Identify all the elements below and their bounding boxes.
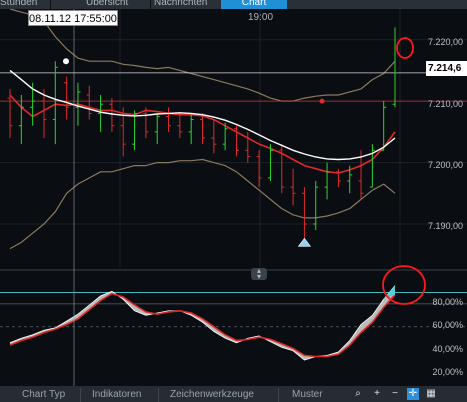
- tab-chart[interactable]: Chart: [221, 0, 287, 9]
- panel-resize-handle[interactable]: ▴ ▾: [251, 267, 267, 281]
- tab-stunden-label: Stunden: [0, 0, 38, 8]
- chart-type-menu[interactable]: Chart Typ: [22, 389, 65, 400]
- current-price-label: 7.214,6: [426, 61, 467, 76]
- crosshair-icon[interactable]: ✛: [407, 388, 419, 400]
- indicators-menu[interactable]: Indikatoren: [92, 389, 141, 400]
- tab-uebersicht[interactable]: Übersicht: [86, 0, 144, 9]
- annotation-circle-price: [396, 37, 414, 59]
- top-tab-bar: Stunden Übersicht Nachrichten Chart: [0, 0, 467, 9]
- tab-chart-label: Chart: [241, 0, 267, 8]
- price-tick-label: 7.190,00: [427, 221, 463, 231]
- crosshair-date-label: 08.11.12 17:55:00: [28, 10, 118, 26]
- price-tick-label: 7.200,00: [427, 160, 463, 170]
- annotation-circles: [382, 37, 426, 305]
- tab-stunden[interactable]: Stunden: [0, 0, 48, 9]
- high-marker: [63, 58, 69, 65]
- oscillator-slow-line: [9, 292, 396, 358]
- price-horizontal-lines: [0, 72, 467, 104]
- toolbar-divider: [278, 388, 279, 402]
- oscillator-tick-label: 60,00%: [432, 320, 463, 330]
- stochastic-oscillator: [9, 285, 396, 361]
- price-tick-label: 7.220,00: [427, 37, 463, 47]
- grid-icon[interactable]: ▦: [425, 388, 437, 400]
- tab-divider: [150, 0, 151, 9]
- toolbar-divider: [80, 388, 81, 402]
- plus-icon[interactable]: +: [371, 388, 383, 400]
- magnifier-icon[interactable]: ⌕: [352, 388, 364, 400]
- chart-markers: [63, 58, 312, 247]
- signal-triangle-icon: [297, 237, 312, 247]
- oscillator-tick-label: 80,00%: [432, 297, 463, 307]
- bottom-toolbar: Chart Typ Indikatoren Zeichenwerkzeuge M…: [0, 386, 467, 402]
- chart-area[interactable]: [0, 9, 467, 386]
- annotation-circle-oscillator: [382, 265, 426, 305]
- oscillator-fill: [10, 285, 395, 360]
- oscillator-tick-label: 20,00%: [432, 367, 463, 377]
- price-tick-label: 7.210,00: [427, 99, 463, 109]
- oscillator-tick-label: 40,00%: [432, 344, 463, 354]
- moving-average-line: [9, 69, 396, 161]
- minus-icon[interactable]: −: [389, 388, 401, 400]
- reference-line-marker: [319, 98, 325, 104]
- moving-average: [9, 69, 396, 161]
- patterns-menu[interactable]: Muster: [292, 389, 323, 400]
- tab-nachrichten-label: Nachrichten: [154, 0, 208, 8]
- time-axis-label: 19:00: [248, 12, 274, 23]
- tab-divider: [50, 0, 51, 9]
- tab-nachrichten[interactable]: Nachrichten: [154, 0, 220, 9]
- tab-uebersicht-label: Übersicht: [86, 0, 129, 8]
- toolbar-divider: [158, 388, 159, 402]
- drawing-tools-menu[interactable]: Zeichenwerkzeuge: [170, 389, 254, 400]
